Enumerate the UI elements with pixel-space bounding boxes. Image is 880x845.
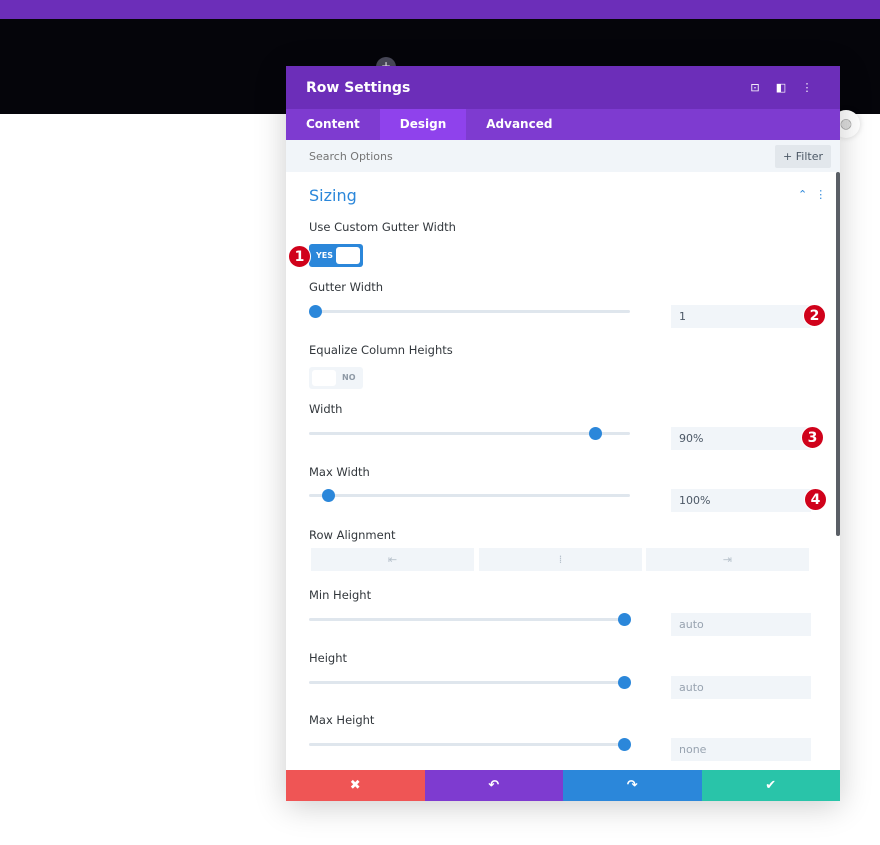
save-button[interactable]: ✔: [701, 770, 840, 801]
tab-advanced[interactable]: Advanced: [466, 109, 572, 140]
more-options-icon[interactable]: ⋮: [794, 81, 820, 94]
filter-button[interactable]: + Filter: [775, 144, 831, 168]
align-center-button[interactable]: ⁞: [479, 548, 642, 571]
sidebar-layout-icon[interactable]: ◧: [768, 81, 794, 94]
gutter-width-input[interactable]: 1: [671, 305, 811, 328]
max-height-label: Max Height: [309, 713, 375, 727]
custom-gutter-label: Use Custom Gutter Width: [309, 220, 456, 234]
max-width-slider[interactable]: [309, 489, 630, 502]
align-left-button[interactable]: ⇤: [311, 548, 474, 571]
min-height-input[interactable]: auto: [671, 613, 811, 636]
search-bar: + Filter: [286, 140, 840, 172]
fullscreen-icon[interactable]: ⊡: [742, 81, 768, 94]
slider-knob[interactable]: [309, 305, 323, 318]
height-label: Height: [309, 651, 348, 665]
redo-button[interactable]: ↷: [563, 770, 702, 801]
toggle-text: YES: [316, 251, 334, 260]
tab-content[interactable]: Content: [286, 109, 380, 140]
slider-knob[interactable]: [617, 676, 631, 689]
width-slider[interactable]: [309, 427, 630, 440]
collapse-icon[interactable]: ⌃⋮: [798, 188, 834, 201]
discard-button[interactable]: ✖: [286, 770, 425, 801]
step-badge-4: 4: [804, 488, 827, 511]
width-input[interactable]: 90%: [671, 427, 811, 450]
slider-knob[interactable]: [322, 489, 336, 502]
step-badge-2: 2: [803, 304, 826, 327]
width-label: Width: [309, 402, 343, 416]
align-right-button[interactable]: ⇥: [646, 548, 809, 571]
row-alignment-label: Row Alignment: [309, 528, 396, 542]
gutter-width-slider[interactable]: [309, 305, 630, 318]
height-slider[interactable]: [309, 676, 631, 689]
gutter-width-label: Gutter Width: [309, 280, 384, 294]
min-height-slider[interactable]: [309, 613, 631, 626]
height-input[interactable]: auto: [671, 676, 811, 699]
min-height-label: Min Height: [309, 588, 372, 602]
equalize-label: Equalize Column Heights: [309, 343, 453, 357]
step-badge-1: 1: [288, 245, 311, 268]
row-settings-modal: Row Settings ⊡ ◧ ⋮ Content Design Advanc…: [286, 66, 840, 801]
top-bar: [0, 0, 880, 19]
section-title[interactable]: Sizing: [309, 186, 357, 205]
max-width-input[interactable]: 100%: [671, 489, 811, 512]
max-height-slider[interactable]: [309, 738, 631, 751]
equalize-toggle[interactable]: NO: [309, 367, 363, 389]
modal-header: Row Settings ⊡ ◧ ⋮: [286, 66, 840, 109]
custom-gutter-toggle[interactable]: YES: [309, 244, 363, 267]
slider-knob[interactable]: [588, 427, 602, 440]
tab-bar: Content Design Advanced: [286, 109, 840, 140]
modal-title: Row Settings: [306, 79, 411, 96]
max-width-label: Max Width: [309, 465, 370, 479]
settings-body: Sizing ⌃⋮ Use Custom Gutter Width YES 1 …: [286, 172, 840, 770]
toggle-text: NO: [342, 373, 356, 382]
modal-footer: ✖ ↶ ↷ ✔: [286, 770, 840, 801]
search-input[interactable]: [309, 149, 776, 163]
step-badge-3: 3: [801, 426, 824, 449]
max-height-input[interactable]: none: [671, 738, 811, 761]
tab-design[interactable]: Design: [379, 109, 467, 140]
slider-knob[interactable]: [617, 613, 631, 626]
scrollbar[interactable]: [836, 172, 840, 536]
slider-knob[interactable]: [617, 738, 631, 751]
undo-button[interactable]: ↶: [424, 770, 563, 801]
